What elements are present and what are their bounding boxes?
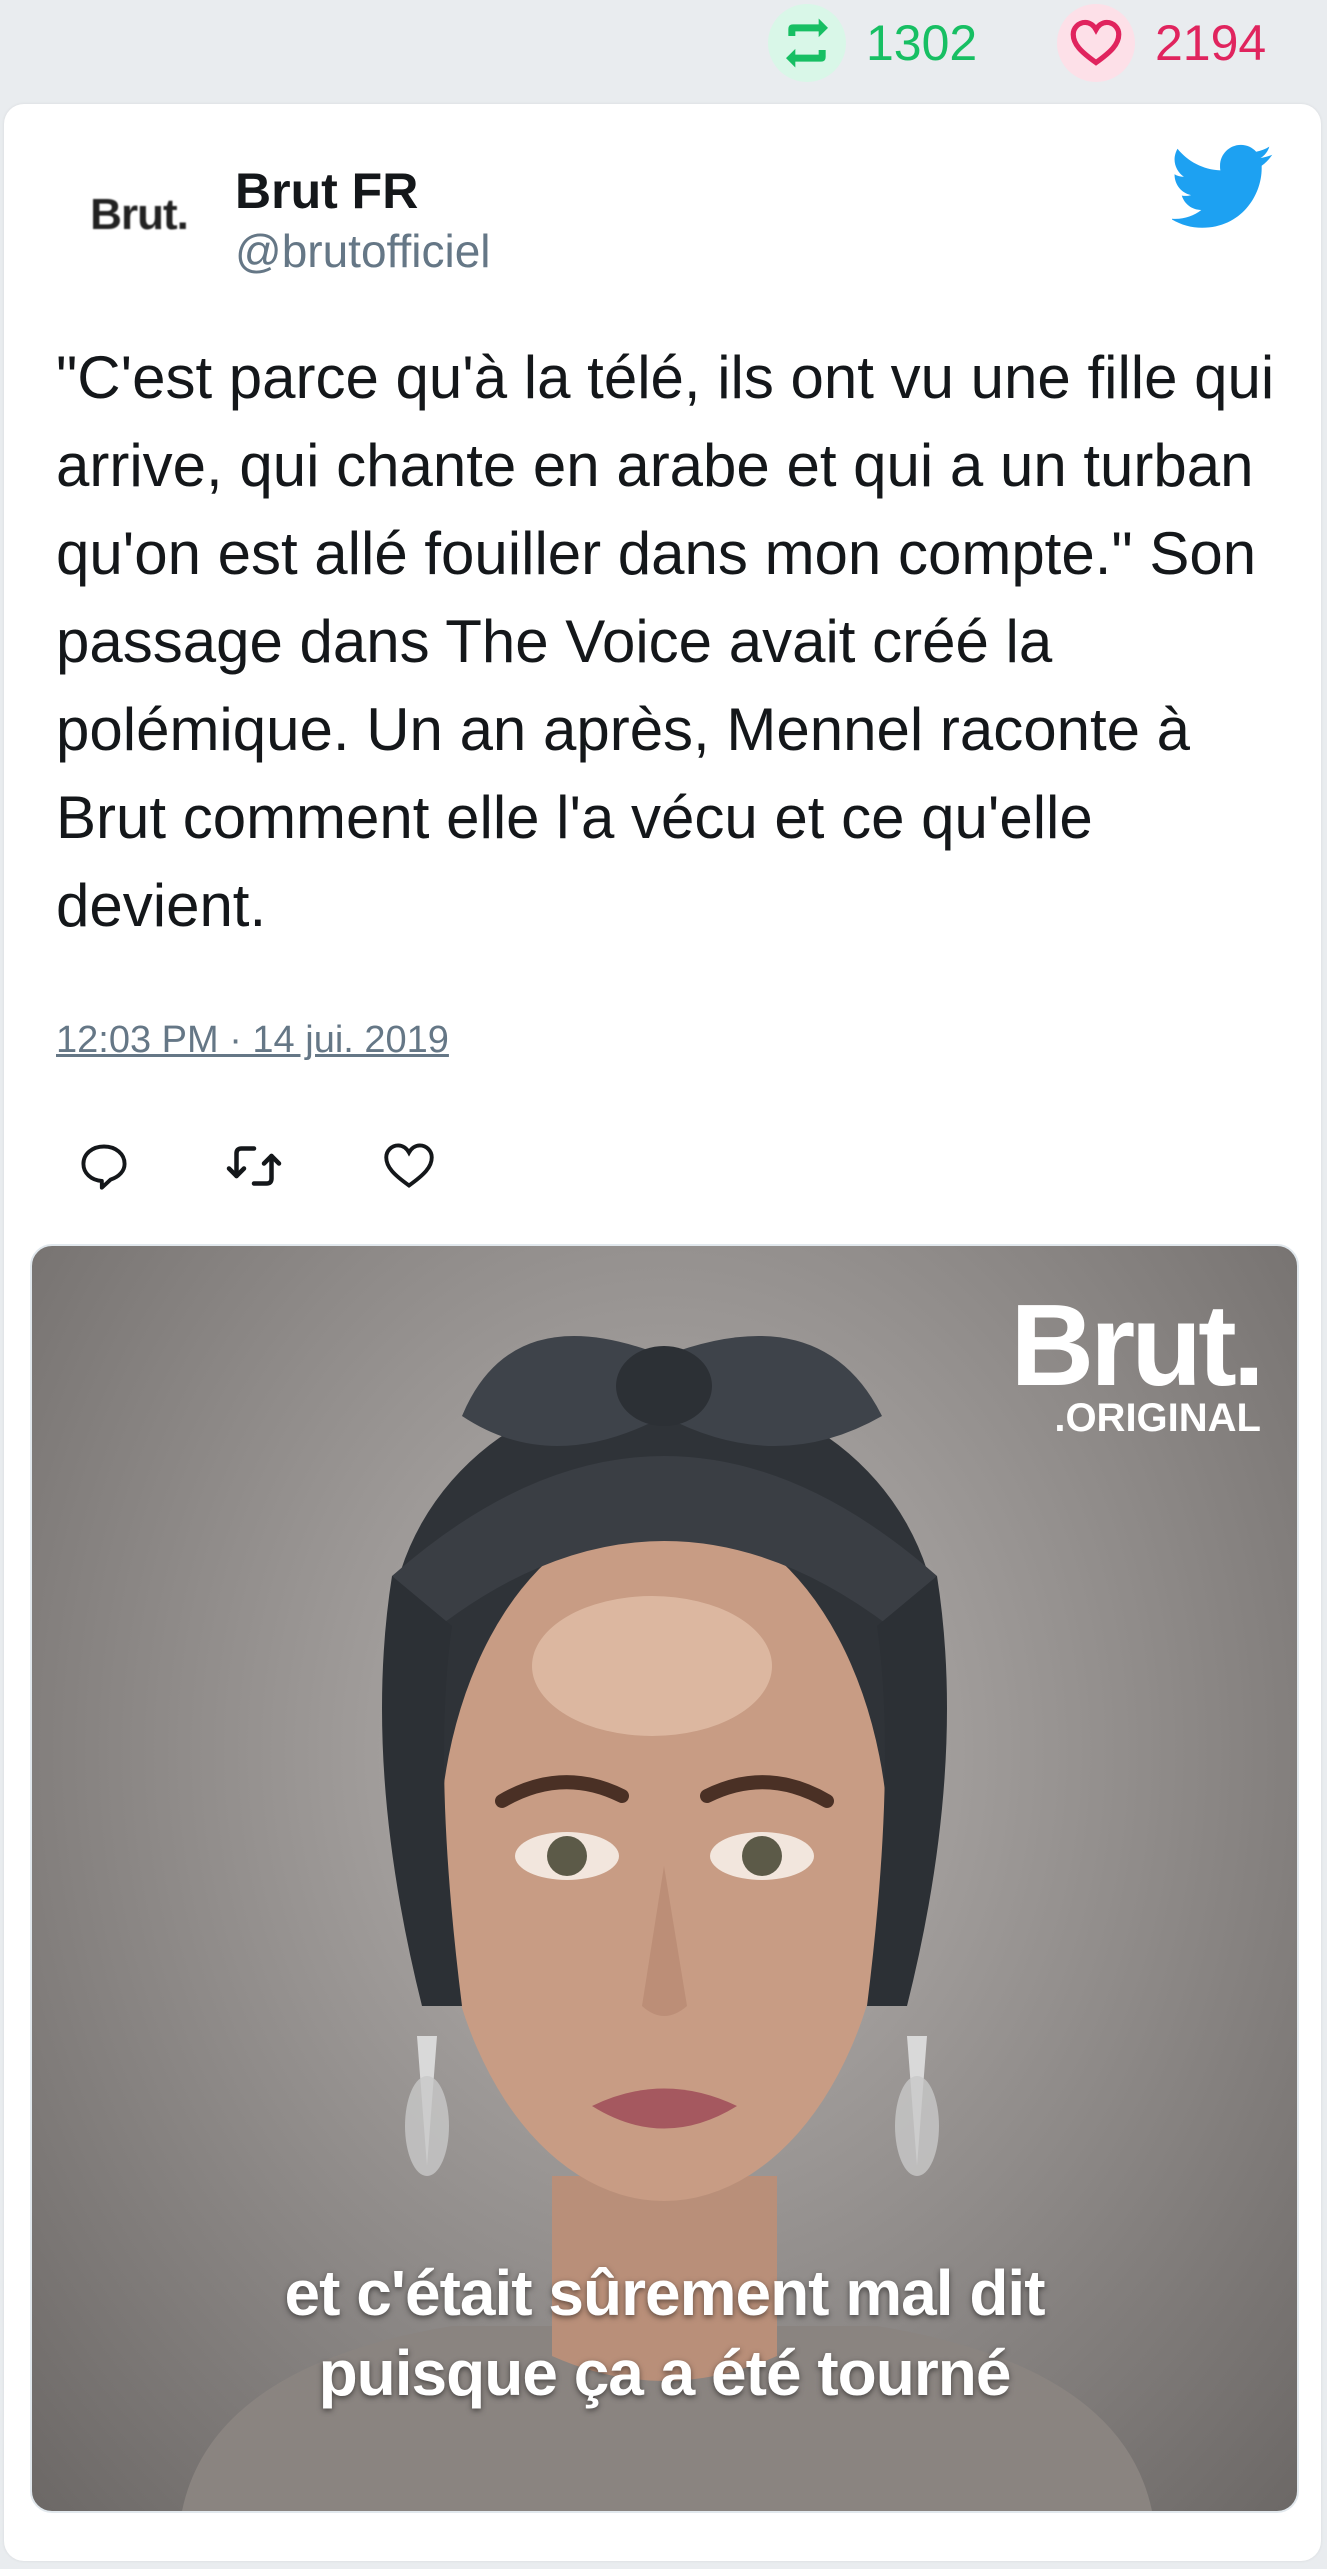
retweet-stat[interactable]: 1302 (768, 4, 977, 82)
tweet-text: "C'est parce qu'à la télé, ils ont vu un… (56, 344, 1275, 939)
twitter-bird-icon[interactable] (1172, 144, 1274, 230)
author-handle[interactable]: @brutofficiel (235, 224, 491, 278)
video-thumbnail[interactable]: Brut. .ORIGINAL et c'était sûrement mal … (30, 1244, 1299, 2513)
author-name[interactable]: Brut FR (235, 162, 418, 220)
retweet-action-icon[interactable] (224, 1136, 284, 1196)
heart-icon[interactable] (1057, 4, 1135, 82)
retweet-count: 1302 (866, 15, 978, 71)
reply-icon[interactable] (74, 1136, 134, 1196)
brut-original-logo: Brut. .ORIGINAL (1010, 1280, 1265, 1440)
tweet-timestamp[interactable]: 12:03 PM · 14 jui. 2019 (56, 1019, 449, 1062)
video-subtitle-line-1: et c'était sûrement mal dit (284, 2257, 1046, 2329)
avatar[interactable]: Brut. (54, 160, 224, 270)
video-subtitle-line-2: puisque ça a été tourné (318, 2337, 1012, 2409)
brand-main: Brut. (1010, 1280, 1265, 1410)
tweet-card: Brut. Brut FR @brutofficiel "C'est parce… (4, 104, 1321, 2561)
engagement-stats: 1302 2194 (0, 0, 1327, 100)
like-count: 2194 (1155, 15, 1267, 71)
like-stat[interactable]: 2194 (1057, 4, 1266, 82)
retweet-icon[interactable] (768, 4, 846, 82)
like-action-icon[interactable] (379, 1136, 439, 1196)
